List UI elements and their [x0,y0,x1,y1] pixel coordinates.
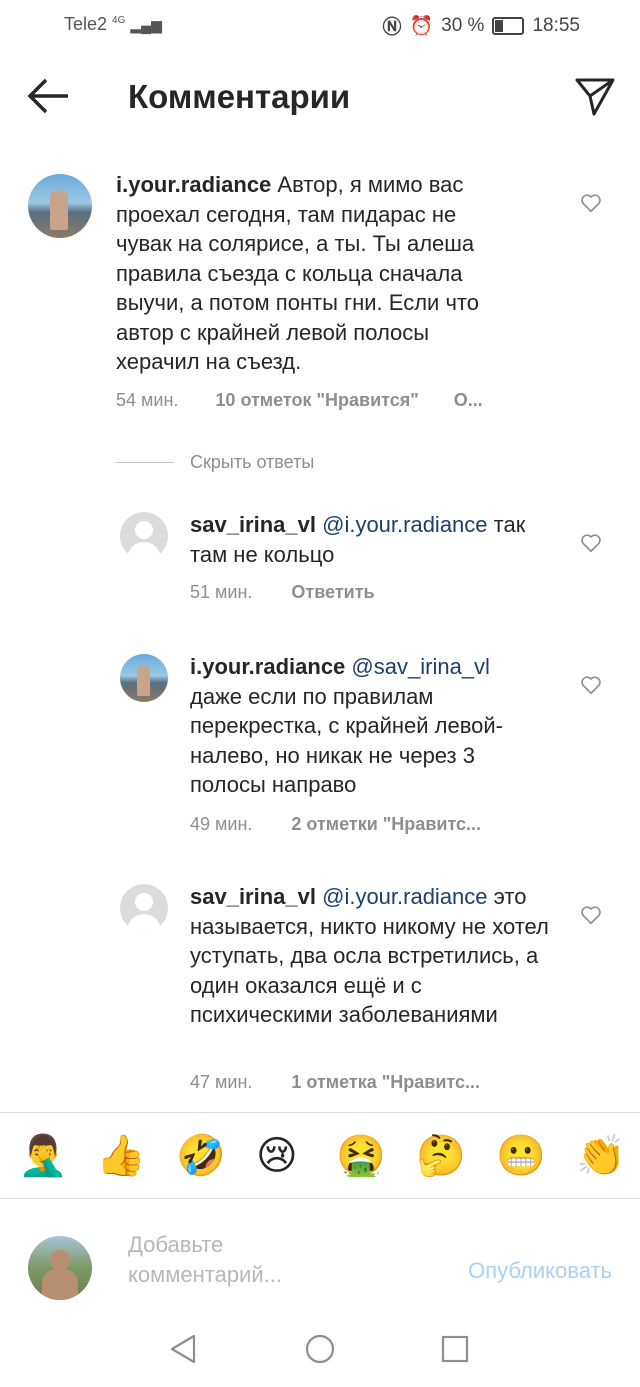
reply-likes[interactable]: 1 отметка "Нравитс... [291,1072,480,1092]
avatar[interactable] [120,884,168,932]
status-right: Ⓝ ⏰ 30 % 18:55 [382,12,580,39]
reply-username[interactable]: sav_irina_vl [190,884,316,909]
home-circle-icon[interactable] [303,1332,337,1366]
reply-text: sav_irina_vl @i.your.radiance это называ… [190,882,560,1030]
comment-username[interactable]: i.your.radiance [116,172,271,197]
alarm-icon: ⏰ [409,15,434,37]
direct-send-icon[interactable] [574,76,616,118]
reply-meta: 51 мин. Ответить [190,582,375,603]
hide-replies-label: Скрыть ответы [190,451,315,472]
nfc-icon: Ⓝ [382,17,402,38]
divider [0,1198,640,1199]
comment-reply-button[interactable]: О... [454,390,483,410]
comment-likes[interactable]: 10 отметок "Нравится" [215,390,418,410]
recents-square-icon[interactable] [438,1332,472,1366]
comment-time: 54 мин. [116,390,179,410]
comment-input[interactable]: Добавьте комментарий... [128,1230,348,1290]
emoji-rofl[interactable]: 🤣 [176,1132,226,1180]
comment-composer: Добавьте комментарий... Опубликовать [0,1200,640,1310]
carrier-name: Tele2 [64,14,108,34]
network-type: 4G [112,15,126,26]
battery-icon [492,16,525,35]
reply-meta: 49 мин. 2 отметки "Нравитс... [190,814,481,835]
carrier: Tele2 4G ▂▄▆ [64,14,162,35]
emoji-grimacing[interactable]: 😬 [496,1132,546,1180]
comment-meta: 54 мин. 10 отметок "Нравится" О... [116,390,483,411]
reply-username[interactable]: sav_irina_vl [190,512,316,537]
emoji-clapping[interactable]: 👏 [576,1132,626,1180]
reply: sav_irina_vl @i.your.radiance это называ… [0,882,640,1102]
avatar[interactable] [120,654,168,702]
reply-likes[interactable]: 2 отметки "Нравитс... [291,814,481,834]
current-user-avatar [28,1236,92,1300]
page-title: Комментарии [128,78,351,115]
reply-button[interactable]: Ответить [291,582,374,602]
avatar[interactable] [120,512,168,560]
android-nav-bar [0,1318,640,1387]
divider [0,1112,640,1113]
emoji-thumbs-up[interactable]: 👍 [96,1132,146,1180]
like-heart-icon[interactable] [580,904,602,926]
reply-username[interactable]: i.your.radiance [190,654,345,679]
emoji-bar: 🤦‍♂️ 👍 🤣 😢 🤮 🤔 😬 👏 [0,1118,640,1198]
hide-replies-button[interactable]: Скрыть ответы [116,450,314,474]
reply-time: 47 мин. [190,1072,253,1092]
comment: i.your.radiance Автор, я мимо вас проеха… [0,170,640,420]
reply-text: sav_irina_vl @i.your.radiance так там не… [190,510,560,569]
battery-percent: 30 % [441,14,485,36]
avatar[interactable] [28,174,92,238]
emoji-crying[interactable]: 😢 [256,1132,298,1180]
status-bar: Tele2 4G ▂▄▆ Ⓝ ⏰ 30 % 18:55 [0,0,640,48]
back-triangle-icon[interactable] [166,1332,200,1366]
comment-body: Автор, я мимо вас проехал сегодня, там п… [116,172,479,374]
reply-mention[interactable]: @sav_irina_vl [351,654,490,679]
reply: sav_irina_vl @i.your.radiance так там не… [0,510,640,610]
reply-text: i.your.radiance @sav_irina_vl даже если … [190,652,520,800]
like-heart-icon[interactable] [580,674,602,696]
publish-button[interactable]: Опубликовать [468,1258,612,1284]
reply-time: 51 мин. [190,582,253,602]
reply-time: 49 мин. [190,814,253,834]
reply-mention[interactable]: @i.your.radiance [322,512,487,537]
clock: 18:55 [532,14,580,36]
reply-meta: 47 мин. 1 отметка "Нравитс... [190,1072,480,1093]
reply-body: даже если по правилам перекрестка, с кра… [190,683,504,798]
emoji-facepalm[interactable]: 🤦‍♂️ [18,1132,68,1180]
reply: i.your.radiance @sav_irina_vl даже если … [0,652,640,842]
divider-line [116,461,174,463]
comment-text: i.your.radiance Автор, я мимо вас проеха… [116,170,506,377]
like-heart-icon[interactable] [580,532,602,554]
like-heart-icon[interactable] [580,192,602,214]
back-arrow-icon[interactable] [26,76,72,116]
reply-mention[interactable]: @i.your.radiance [322,884,487,909]
emoji-thinking[interactable]: 🤔 [416,1132,466,1180]
signal-icon: ▂▄▆ [130,17,162,33]
emoji-vomiting[interactable]: 🤮 [336,1132,386,1180]
header: Комментарии [0,60,640,136]
